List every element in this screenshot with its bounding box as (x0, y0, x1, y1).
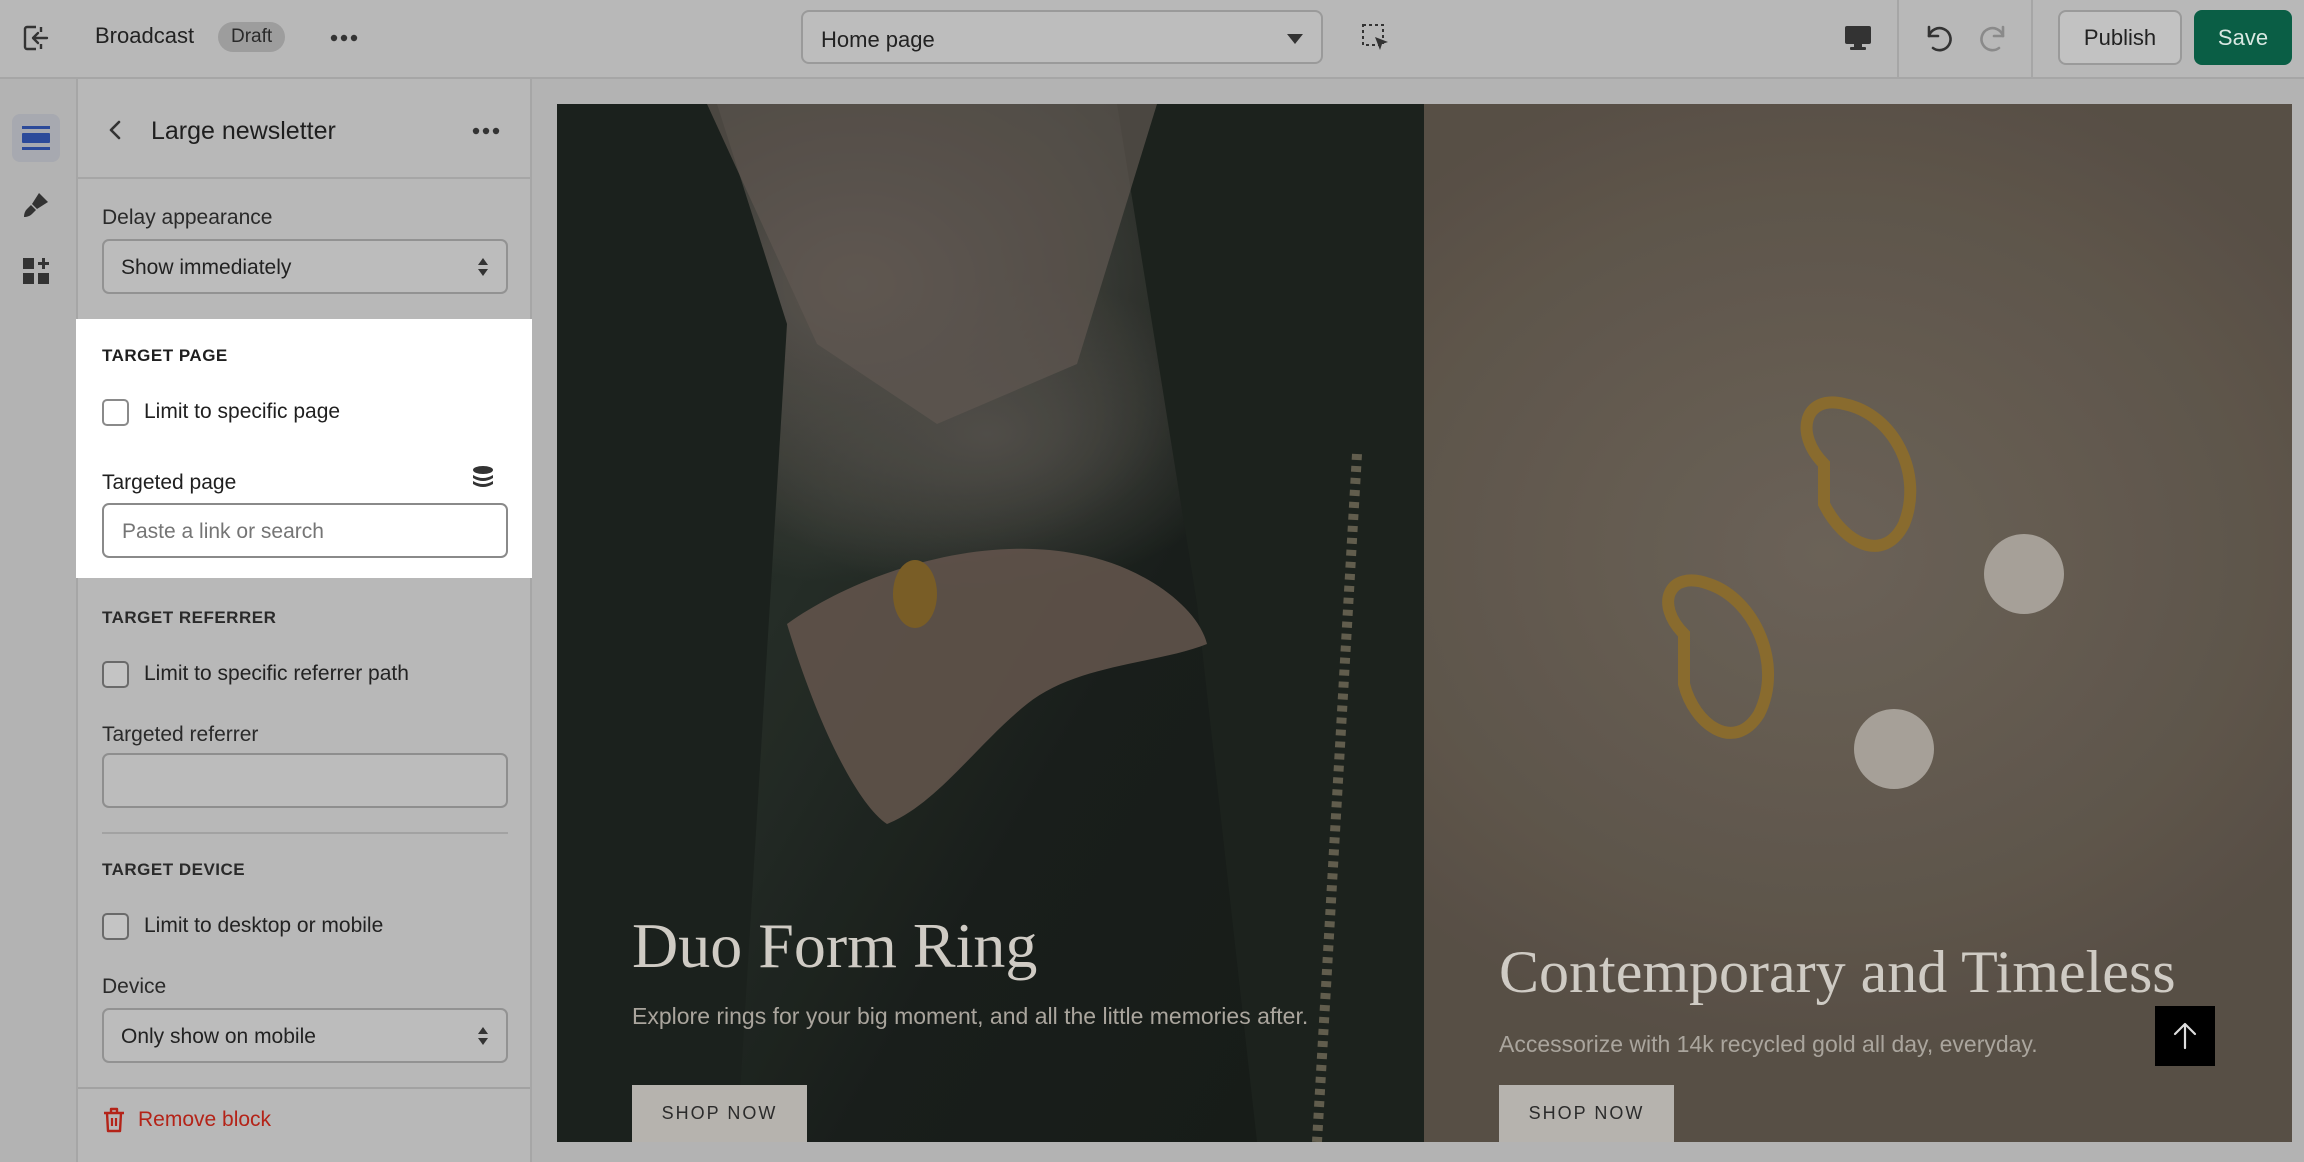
more-options-icon[interactable] (468, 113, 504, 149)
inspector-icon[interactable] (1358, 20, 1394, 56)
targeted-page-label: Targeted page (102, 471, 237, 494)
undo-icon[interactable] (1918, 18, 1958, 58)
slide-duo-form-ring: Duo Form Ring Explore rings for your big… (557, 104, 1424, 1142)
theme-name: Broadcast (95, 23, 195, 48)
section-divider (102, 832, 508, 834)
redo-icon[interactable] (1974, 18, 2014, 58)
remove-block-label: Remove block (138, 1108, 272, 1131)
delay-select-value: Show immediately (121, 256, 292, 279)
sections-icon[interactable] (12, 114, 60, 162)
apps-icon[interactable] (12, 247, 60, 295)
left-rail (0, 79, 78, 1162)
settings-panel: Large newsletter Delay appearance Show i… (76, 79, 532, 1162)
top-bar: Broadcast Draft Home page Publish Save (0, 0, 2304, 79)
exit-icon[interactable] (18, 20, 54, 56)
remove-block-button[interactable]: Remove block (102, 1107, 271, 1133)
targeted-page-input[interactable]: Paste a link or search (102, 503, 508, 558)
panel-title: Large newsletter (151, 117, 336, 145)
device-select[interactable]: Only show on mobile (102, 1008, 508, 1063)
delay-label: Delay appearance (102, 206, 273, 229)
slide-text: Accessorize with 14k recycled gold all d… (1499, 1031, 2038, 1057)
target-referrer-heading: TARGET REFERRER (102, 608, 277, 627)
trash-icon (104, 1107, 124, 1133)
shop-now-button[interactable]: SHOP NOW (632, 1085, 807, 1142)
panel-header: Large newsletter (78, 79, 530, 179)
target-page-heading: TARGET PAGE (102, 346, 228, 365)
limit-page-checkbox[interactable] (102, 399, 129, 426)
arrow-up-icon (2173, 1022, 2197, 1050)
publish-button[interactable]: Publish (2058, 10, 2182, 65)
targeted-referrer-label: Targeted referrer (102, 723, 259, 746)
select-arrows-icon (478, 1027, 488, 1047)
toolbar-divider (1897, 0, 1899, 79)
slide-title: Duo Form Ring (632, 910, 1038, 981)
slide-text: Explore rings for your big moment, and a… (632, 1003, 1309, 1029)
page-selector[interactable]: Home page (801, 10, 1323, 64)
theme-settings-icon[interactable] (12, 181, 60, 229)
target-device-heading: TARGET DEVICE (102, 860, 246, 879)
device-select-value: Only show on mobile (121, 1025, 316, 1048)
targeted-page-placeholder: Paste a link or search (122, 520, 324, 543)
slide-title: Contemporary and Timeless (1499, 939, 2176, 1005)
page-selector-value: Home page (821, 27, 935, 52)
more-actions-icon[interactable] (326, 20, 362, 56)
shop-now-button[interactable]: SHOP NOW (1499, 1085, 1674, 1142)
desktop-view-icon[interactable] (1840, 20, 1876, 56)
draft-badge: Draft (218, 22, 286, 52)
targeted-referrer-input[interactable] (102, 753, 508, 808)
limit-device-checkbox[interactable] (102, 913, 129, 940)
limit-device-label: Limit to desktop or mobile (144, 914, 384, 937)
limit-referrer-checkbox[interactable] (102, 661, 129, 688)
chevron-down-icon (1287, 34, 1303, 44)
limit-page-label: Limit to specific page (144, 400, 341, 423)
toolbar-divider (2031, 0, 2033, 79)
target-page-section: TARGET PAGE Limit to specific page Targe… (76, 319, 532, 578)
delay-select[interactable]: Show immediately (102, 239, 508, 294)
slide-contemporary-timeless: Contemporary and Timeless Accessorize wi… (1424, 104, 2292, 1142)
limit-referrer-label: Limit to specific referrer path (144, 662, 409, 685)
dynamic-source-icon[interactable] (470, 465, 496, 491)
footer-divider (78, 1087, 530, 1089)
scroll-to-top-button[interactable] (2155, 1006, 2215, 1066)
back-arrow-icon[interactable] (100, 115, 130, 145)
select-arrows-icon (478, 258, 488, 278)
save-button[interactable]: Save (2194, 10, 2292, 65)
store-preview: Duo Form Ring Explore rings for your big… (557, 104, 2292, 1142)
ring-hand-image (557, 104, 1424, 1142)
device-label: Device (102, 975, 167, 998)
